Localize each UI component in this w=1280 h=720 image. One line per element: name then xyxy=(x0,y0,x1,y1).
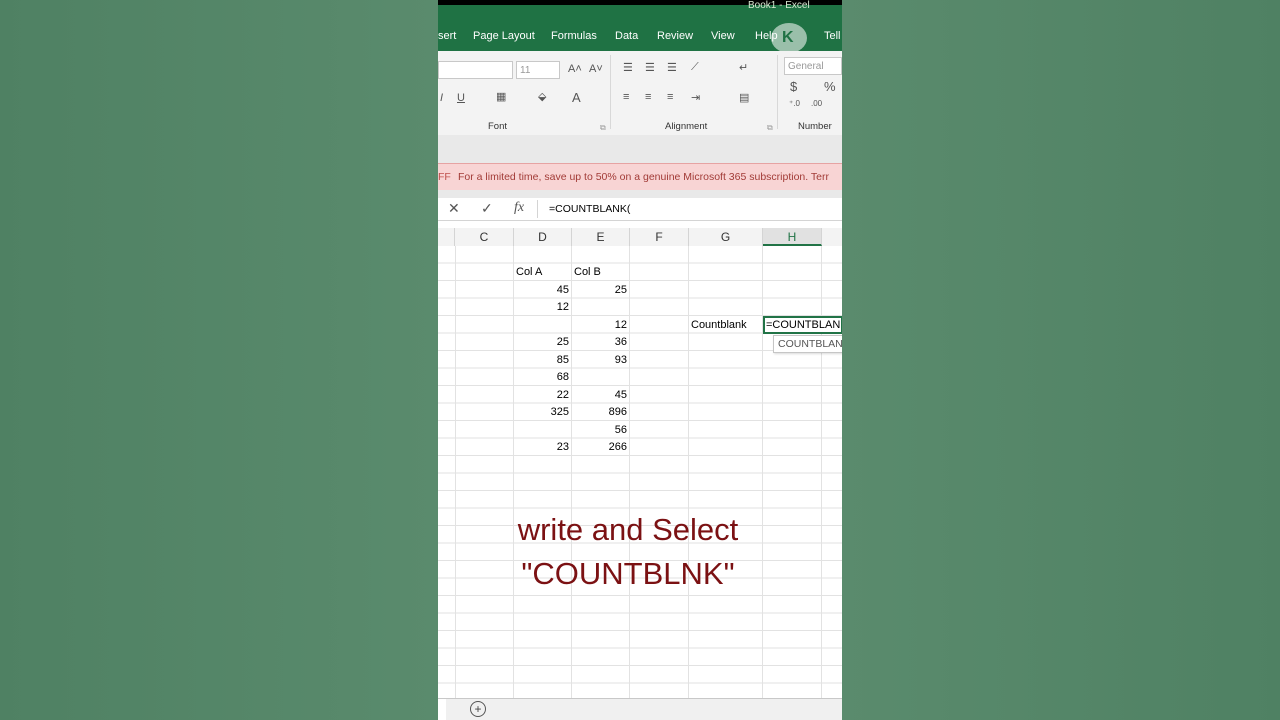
column-headers: C D E F G H xyxy=(438,228,842,247)
currency-icon[interactable]: $ xyxy=(790,79,797,94)
cell-col-a-6[interactable]: 68 xyxy=(514,369,569,386)
borders-icon[interactable]: ▦ xyxy=(496,90,506,103)
cell-col-a-2[interactable]: 12 xyxy=(514,299,569,316)
decrease-decimal-icon[interactable]: .00 xyxy=(811,99,822,108)
align-center-icon[interactable]: ≡ xyxy=(645,91,651,103)
cell-col-b-8[interactable]: 896 xyxy=(572,404,627,421)
cell-grid[interactable] xyxy=(438,246,842,698)
increase-decimal-icon[interactable]: ⁺.0 xyxy=(789,99,800,108)
merge-center-icon[interactable]: ▤ xyxy=(739,91,749,104)
font-color-icon[interactable]: A xyxy=(572,90,581,105)
underline-icon[interactable]: U xyxy=(457,92,465,104)
number-format-box[interactable]: General xyxy=(784,57,842,75)
align-bottom-icon[interactable]: ☰ xyxy=(667,61,677,74)
countblank-label-cell[interactable]: Countblank xyxy=(691,317,747,334)
window-title: Book1 - Excel xyxy=(748,0,810,11)
wrap-text-icon[interactable]: ↵ xyxy=(739,61,748,74)
insert-function-icon[interactable]: fx xyxy=(514,200,524,216)
tab-insert[interactable]: sert xyxy=(438,30,456,42)
blurred-background-right xyxy=(842,0,1280,720)
promo-banner: FF For a limited time, save up to 50% on… xyxy=(438,163,842,191)
add-sheet-icon[interactable]: + xyxy=(470,701,486,717)
fill-color-icon[interactable]: ⬙ xyxy=(538,90,546,103)
tab-page-layout[interactable]: Page Layout xyxy=(473,30,535,42)
cell-col-b-9[interactable]: 56 xyxy=(572,422,627,439)
ribbon-panel: 11 A˄ A˅ I U ▦ ⬙ A Font ⧉ ☰ ☰ ☰ ⟋ ↵ ≡ ≡ … xyxy=(438,51,842,136)
font-name-box[interactable] xyxy=(438,61,513,79)
kinemaster-logo-icon: K xyxy=(771,23,807,53)
enter-icon[interactable]: ✓ xyxy=(481,200,493,217)
column-header-i[interactable] xyxy=(822,228,842,246)
header-cell-col-b[interactable]: Col B xyxy=(574,264,601,281)
tab-data[interactable]: Data xyxy=(615,30,638,42)
cell-col-a-5[interactable]: 85 xyxy=(514,352,569,369)
cancel-icon[interactable]: ✕ xyxy=(448,200,460,217)
cell-col-a-4[interactable]: 25 xyxy=(514,334,569,351)
column-header-b[interactable] xyxy=(438,228,455,246)
tab-tell-me[interactable]: Tell xyxy=(824,30,841,42)
cell-col-b-10[interactable]: 266 xyxy=(572,439,627,456)
formula-input[interactable]: =COUNTBLANK( xyxy=(549,203,630,215)
alignment-group-label: Alignment xyxy=(665,121,708,132)
italic-icon[interactable]: I xyxy=(440,92,443,104)
tab-view[interactable]: View xyxy=(711,30,735,42)
header-cell-col-a[interactable]: Col A xyxy=(516,264,542,281)
column-header-f[interactable]: F xyxy=(630,228,689,246)
tutorial-caption: write and Select "COUNTBLNK" xyxy=(438,508,818,596)
autocomplete-suggestion[interactable]: COUNTBLANK xyxy=(773,335,842,353)
indent-icon[interactable]: ⇥ xyxy=(691,91,700,104)
caption-line-2: "COUNTBLNK" xyxy=(521,556,735,591)
tab-formulas[interactable]: Formulas xyxy=(551,30,597,42)
column-header-e[interactable]: E xyxy=(572,228,630,246)
ribbon-collapsed-area xyxy=(438,135,842,163)
sheet-tab-bar: + xyxy=(438,698,842,720)
blurred-background-left xyxy=(0,0,438,720)
cell-col-b-3[interactable]: 12 xyxy=(572,317,627,334)
cell-col-b-5[interactable]: 93 xyxy=(572,352,627,369)
font-group-label: Font xyxy=(488,121,508,132)
align-middle-icon[interactable]: ☰ xyxy=(645,61,655,74)
active-cell-text: =COUNTBLAN xyxy=(766,319,841,331)
cell-col-b-7[interactable]: 45 xyxy=(572,387,627,404)
cell-col-a-7[interactable]: 22 xyxy=(514,387,569,404)
cell-col-a-8[interactable]: 325 xyxy=(514,404,569,421)
banner-message[interactable]: For a limited time, save up to 50% on a … xyxy=(458,171,829,183)
column-header-h[interactable]: H xyxy=(763,228,822,246)
alignment-dialog-launcher-icon[interactable]: ⧉ xyxy=(767,123,773,133)
align-left-icon[interactable]: ≡ xyxy=(623,91,629,103)
cell-col-a-1[interactable]: 45 xyxy=(514,282,569,299)
cell-col-b-1[interactable]: 25 xyxy=(572,282,627,299)
column-header-c[interactable]: C xyxy=(455,228,514,246)
autocomplete-suggestion-text: COUNTBLANK xyxy=(778,338,842,350)
caption-line-1: write and Select xyxy=(517,512,739,547)
percent-icon[interactable]: % xyxy=(824,79,836,94)
column-header-g[interactable]: G xyxy=(689,228,763,246)
column-header-d[interactable]: D xyxy=(514,228,572,246)
cell-col-a-10[interactable]: 23 xyxy=(514,439,569,456)
grow-font-icon[interactable]: A˄ xyxy=(568,63,582,75)
formula-bar: ✕ ✓ fx =COUNTBLANK( xyxy=(438,198,842,221)
excel-window: Book1 - Excel sert Page Layout Formulas … xyxy=(438,0,842,720)
banner-lead: FF xyxy=(438,171,451,183)
font-size-box[interactable]: 11 xyxy=(516,61,560,79)
title-bar: Book1 - Excel xyxy=(438,0,842,24)
cell-col-b-4[interactable]: 36 xyxy=(572,334,627,351)
align-right-icon[interactable]: ≡ xyxy=(667,91,673,103)
tab-review[interactable]: Review xyxy=(657,30,693,42)
number-group-label: Number xyxy=(798,121,832,132)
sheet-tab[interactable] xyxy=(438,699,446,720)
font-dialog-launcher-icon[interactable]: ⧉ xyxy=(600,123,606,133)
align-top-icon[interactable]: ☰ xyxy=(623,61,633,74)
shrink-font-icon[interactable]: A˅ xyxy=(589,63,603,75)
orientation-icon[interactable]: ⟋ xyxy=(691,61,699,74)
active-cell[interactable]: =COUNTBLAN xyxy=(763,316,842,334)
